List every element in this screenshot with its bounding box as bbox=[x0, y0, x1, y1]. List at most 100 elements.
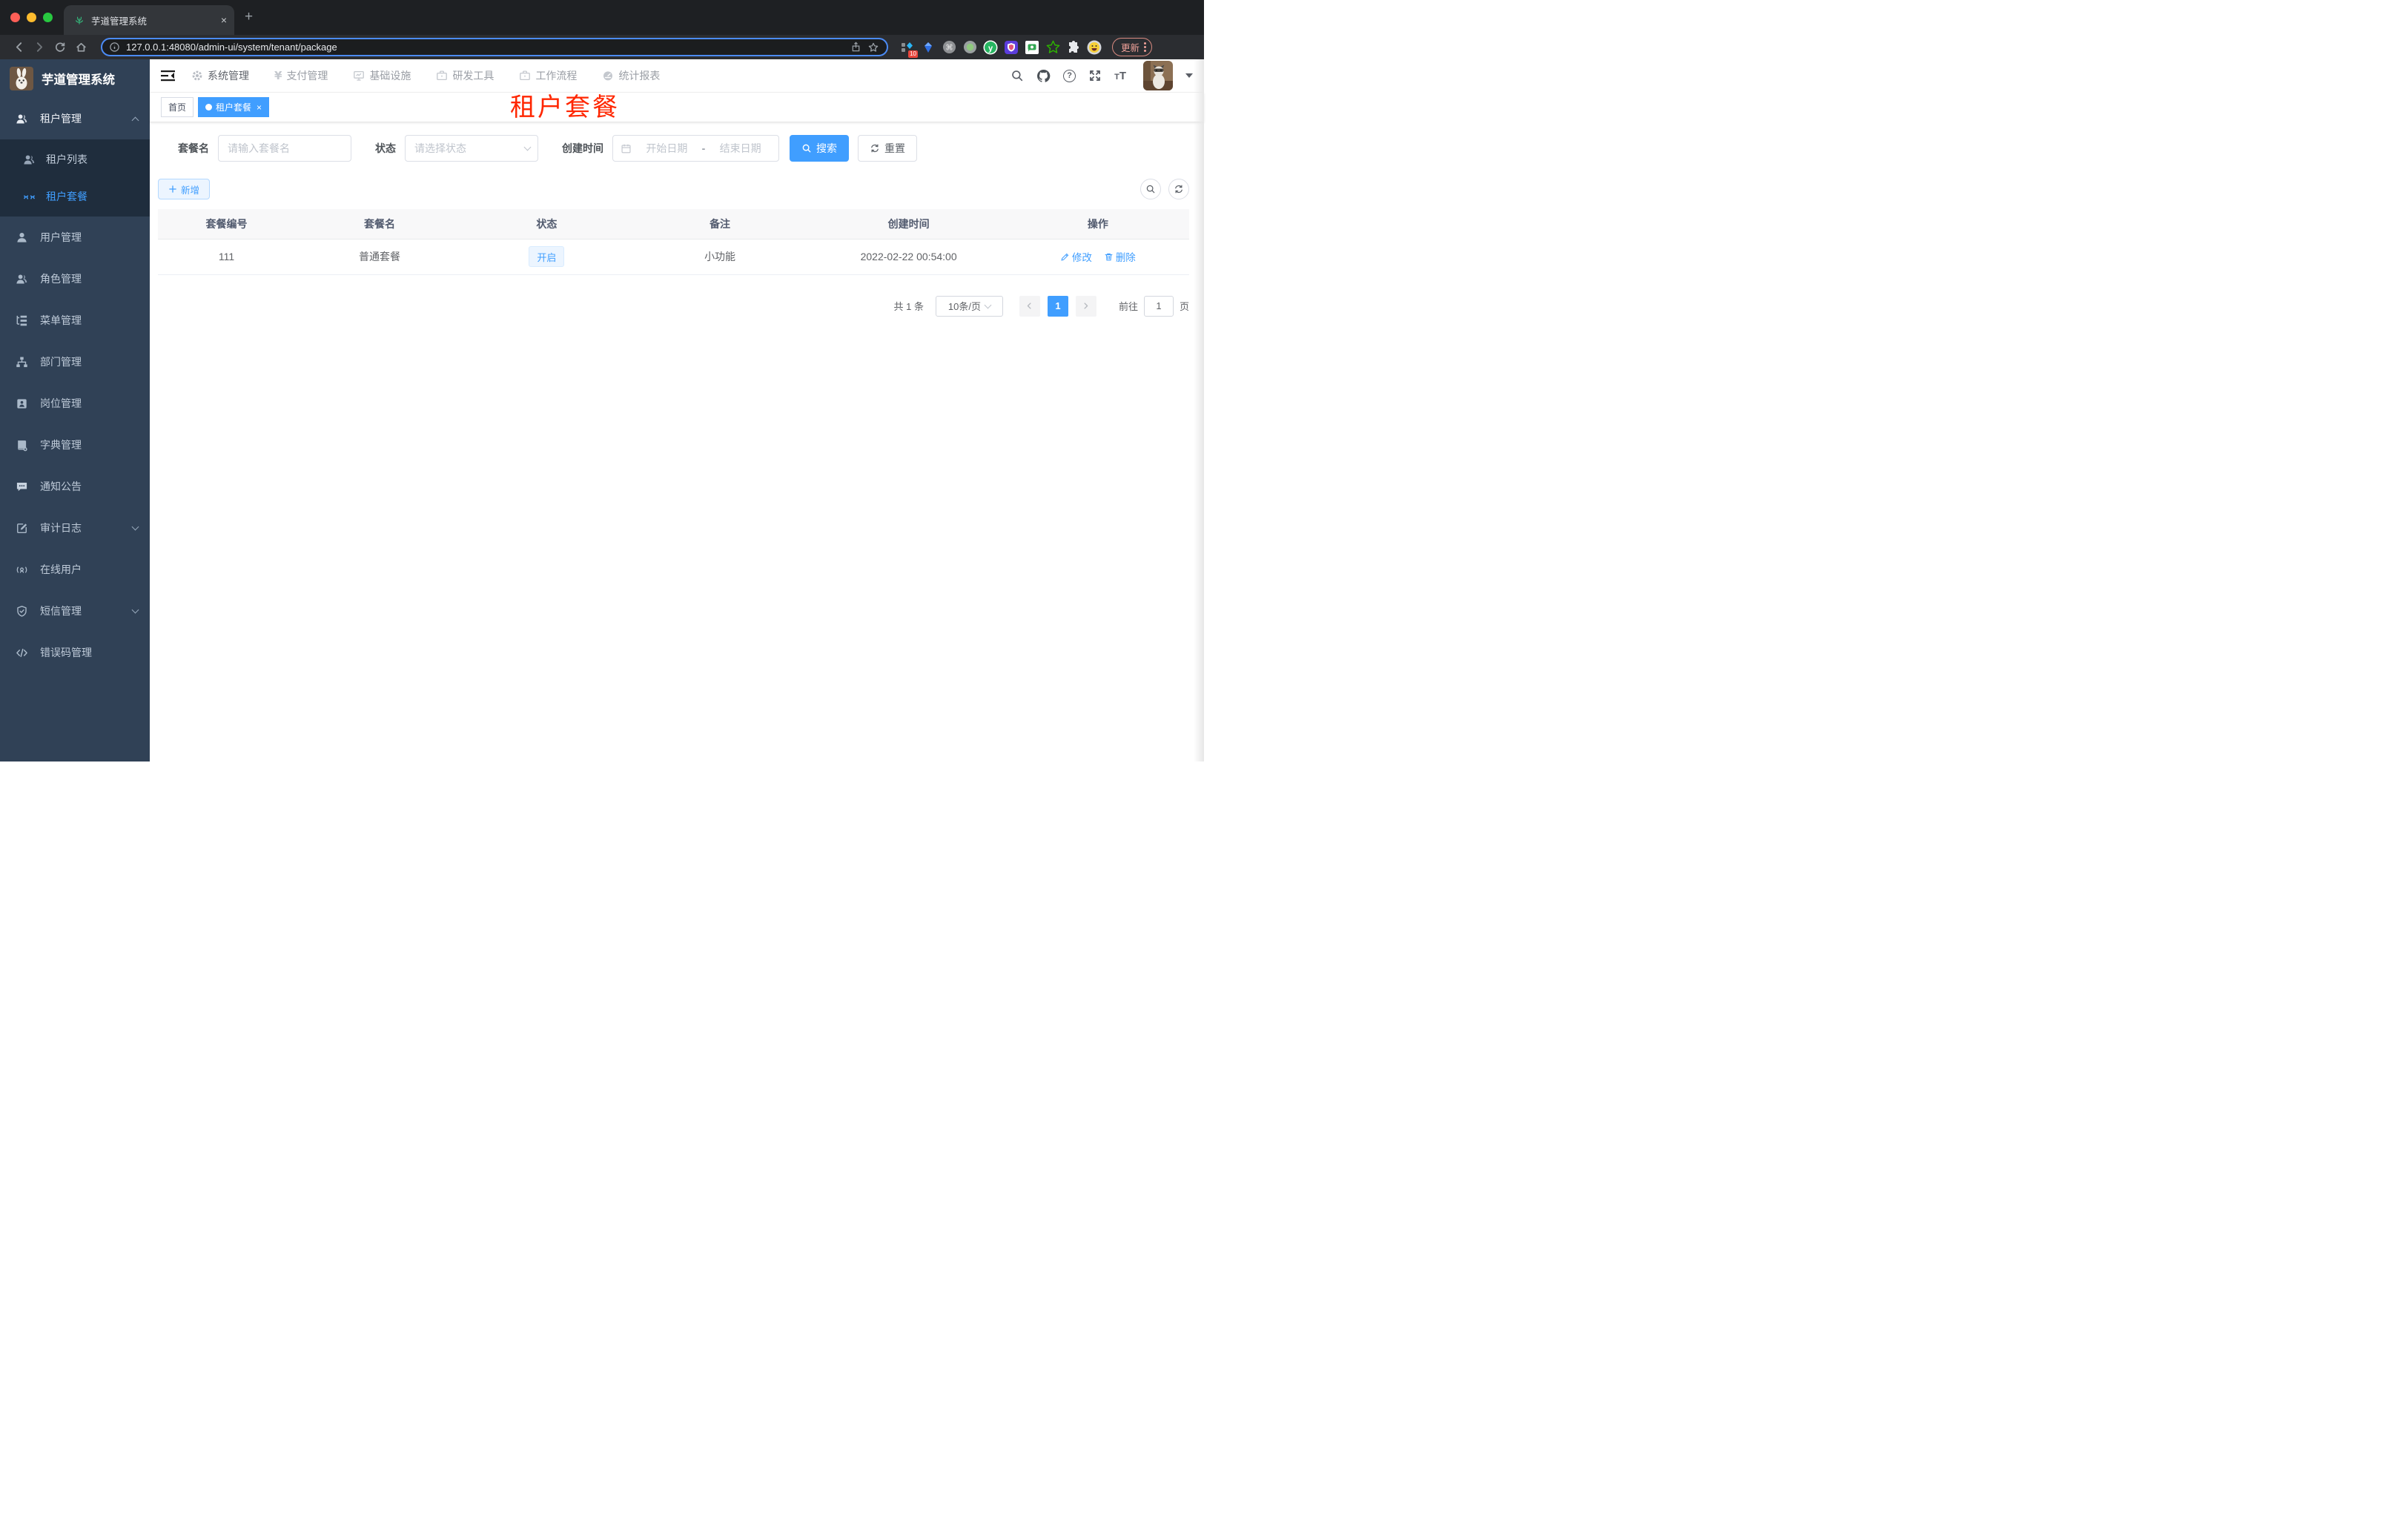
github-icon[interactable] bbox=[1036, 69, 1051, 83]
add-button[interactable]: 新增 bbox=[158, 179, 211, 199]
home-icon[interactable] bbox=[73, 41, 89, 53]
extension-green-dot-icon[interactable] bbox=[962, 40, 977, 55]
extension-star-icon[interactable] bbox=[1045, 40, 1060, 55]
extensions-row: 10 ⌘ y bbox=[900, 40, 1102, 58]
sidebar-item-dict-management[interactable]: 字典管理 bbox=[0, 424, 150, 466]
top-nav-infra[interactable]: 基础设施 bbox=[353, 68, 411, 83]
reload-icon[interactable] bbox=[52, 42, 68, 53]
sidebar-item-user-management[interactable]: 用户管理 bbox=[0, 217, 150, 258]
fullscreen-icon[interactable] bbox=[1088, 69, 1102, 82]
reset-button[interactable]: 重置 bbox=[858, 135, 917, 162]
toggle-search-button[interactable] bbox=[1140, 179, 1161, 199]
user-avatar[interactable] bbox=[1143, 61, 1173, 90]
delete-link[interactable]: 删除 bbox=[1104, 249, 1136, 264]
top-nav-report[interactable]: 统计报表 bbox=[602, 68, 660, 83]
top-nav-devtools[interactable]: 研发工具 bbox=[436, 68, 494, 83]
end-date-placeholder[interactable]: 结束日期 bbox=[710, 141, 771, 156]
tag-close-icon[interactable]: × bbox=[257, 102, 262, 113]
sidebar-item-audit-log[interactable]: 审计日志 bbox=[0, 507, 150, 549]
avatar-caret-down-icon[interactable] bbox=[1185, 73, 1193, 82]
package-name-label: 套餐名 bbox=[178, 142, 209, 154]
status-placeholder: 请选择状态 bbox=[414, 142, 466, 154]
font-size-icon[interactable]: TT bbox=[1114, 70, 1126, 82]
minimize-window-button[interactable] bbox=[27, 13, 36, 22]
status-select[interactable]: 请选择状态 bbox=[405, 135, 538, 162]
sidebar-item-notice[interactable]: 通知公告 bbox=[0, 466, 150, 507]
chevron-down-icon bbox=[984, 301, 992, 308]
range-separator: - bbox=[701, 142, 706, 154]
sidebar-item-tenant-management[interactable]: 租户管理 bbox=[0, 98, 150, 139]
sidebar-item-post-management[interactable]: 岗位管理 bbox=[0, 383, 150, 424]
browser-menu-kebab-icon[interactable] bbox=[1144, 42, 1147, 52]
edit-link[interactable]: 修改 bbox=[1060, 249, 1092, 264]
forward-icon[interactable] bbox=[31, 41, 47, 53]
table-row[interactable]: 111 普通套餐 开启 小功能 2022-02-22 00:54:00 修改 删… bbox=[158, 239, 1189, 275]
tab-close-icon[interactable]: × bbox=[221, 14, 227, 26]
active-dot bbox=[205, 104, 213, 110]
package-name-input[interactable] bbox=[218, 135, 351, 162]
current-page-button[interactable]: 1 bbox=[1047, 295, 1068, 317]
sidebar-item-label: 短信管理 bbox=[40, 605, 82, 617]
col-status: 状态 bbox=[464, 209, 629, 239]
top-nav: 系统管理 ¥ 支付管理 基础设施 研发工具 工作流程 统计报表 bbox=[191, 68, 660, 83]
sidebar-item-role-management[interactable]: 角色管理 bbox=[0, 258, 150, 300]
extensions-puzzle-icon[interactable] bbox=[1066, 40, 1081, 55]
sidebar-item-tenant-list[interactable]: 租户列表 bbox=[0, 141, 150, 178]
extension-pixel-badge-icon[interactable]: 10 bbox=[900, 40, 918, 58]
prev-page-button[interactable] bbox=[1019, 295, 1040, 317]
maximize-window-button[interactable] bbox=[43, 13, 53, 22]
sidebar: 芋道管理系统 租户管理 租户列表 租户套餐 用户管理 角色管理 菜单管理 部门管… bbox=[0, 59, 150, 762]
date-range-picker[interactable]: 开始日期 - 结束日期 bbox=[612, 135, 779, 162]
extension-shield-icon[interactable] bbox=[1004, 40, 1019, 55]
back-icon[interactable] bbox=[10, 41, 27, 53]
sidebar-fold-icon[interactable] bbox=[161, 70, 175, 82]
sidebar-item-error-code[interactable]: 错误码管理 bbox=[0, 632, 150, 673]
top-nav-system[interactable]: 系统管理 bbox=[191, 68, 249, 83]
browser-tab-bar: 芋道管理系统 × + bbox=[0, 0, 1204, 35]
profile-avatar-smiley[interactable] bbox=[1087, 40, 1102, 55]
search-icon[interactable] bbox=[1010, 69, 1024, 82]
extension-command-icon[interactable]: ⌘ bbox=[942, 40, 956, 55]
code-icon bbox=[15, 647, 28, 659]
next-page-button[interactable] bbox=[1075, 295, 1096, 317]
start-date-placeholder[interactable]: 开始日期 bbox=[636, 141, 698, 156]
extension-y-icon[interactable]: y bbox=[983, 40, 998, 55]
top-nav-workflow[interactable]: 工作流程 bbox=[519, 68, 577, 83]
sidebar-submenu-tenant: 租户列表 租户套餐 bbox=[0, 139, 150, 217]
url-text[interactable]: 127.0.0.1:48080/admin-ui/system/tenant/p… bbox=[126, 42, 844, 53]
refresh-table-button[interactable] bbox=[1168, 179, 1189, 199]
new-tab-button[interactable]: + bbox=[245, 10, 253, 24]
users-icon bbox=[22, 153, 36, 166]
sidebar-logo-row[interactable]: 芋道管理系统 bbox=[0, 59, 150, 98]
browser-update-button[interactable]: 更新 bbox=[1112, 38, 1153, 56]
share-icon[interactable] bbox=[850, 42, 861, 53]
site-info-icon[interactable] bbox=[109, 42, 120, 53]
sidebar-item-sms-management[interactable]: 短信管理 bbox=[0, 590, 150, 632]
search-button[interactable]: 搜索 bbox=[790, 135, 849, 162]
dictionary-book-icon bbox=[15, 439, 28, 452]
top-nav-payment[interactable]: ¥ 支付管理 bbox=[274, 68, 328, 83]
closed-eyes-icon bbox=[22, 191, 36, 203]
url-bar[interactable]: 127.0.0.1:48080/admin-ui/system/tenant/p… bbox=[101, 38, 888, 56]
dashboard-icon bbox=[602, 70, 614, 82]
bookmark-star-icon[interactable] bbox=[867, 42, 879, 53]
window-controls[interactable] bbox=[10, 13, 53, 22]
sidebar-item-dept-management[interactable]: 部门管理 bbox=[0, 341, 150, 383]
tag-tenant-package[interactable]: 租户套餐 × bbox=[198, 97, 270, 117]
sidebar-item-online-users[interactable]: 在线用户 bbox=[0, 549, 150, 590]
sidebar-item-label: 菜单管理 bbox=[40, 314, 82, 326]
tag-home[interactable]: 首页 bbox=[161, 97, 194, 117]
status-label: 状态 bbox=[375, 142, 396, 154]
goto-page-input[interactable] bbox=[1143, 295, 1174, 317]
sidebar-item-tenant-package[interactable]: 租户套餐 bbox=[0, 178, 150, 215]
browser-tab[interactable]: 芋道管理系统 × bbox=[64, 5, 234, 35]
page-content: 套餐名 状态 请选择状态 创建时间 开始日期 - 结束日期 bbox=[150, 122, 1204, 762]
close-window-button[interactable] bbox=[10, 13, 20, 22]
help-icon[interactable]: ? bbox=[1063, 69, 1076, 82]
extension-gem-icon[interactable] bbox=[921, 40, 936, 55]
sidebar-item-menu-management[interactable]: 菜单管理 bbox=[0, 300, 150, 341]
cell-create-time: 2022-02-22 00:54:00 bbox=[810, 239, 1007, 275]
svg-text:⌘: ⌘ bbox=[945, 43, 953, 52]
extension-chat-icon[interactable] bbox=[1025, 40, 1039, 55]
page-size-select[interactable]: 10条/页 bbox=[935, 295, 1003, 317]
